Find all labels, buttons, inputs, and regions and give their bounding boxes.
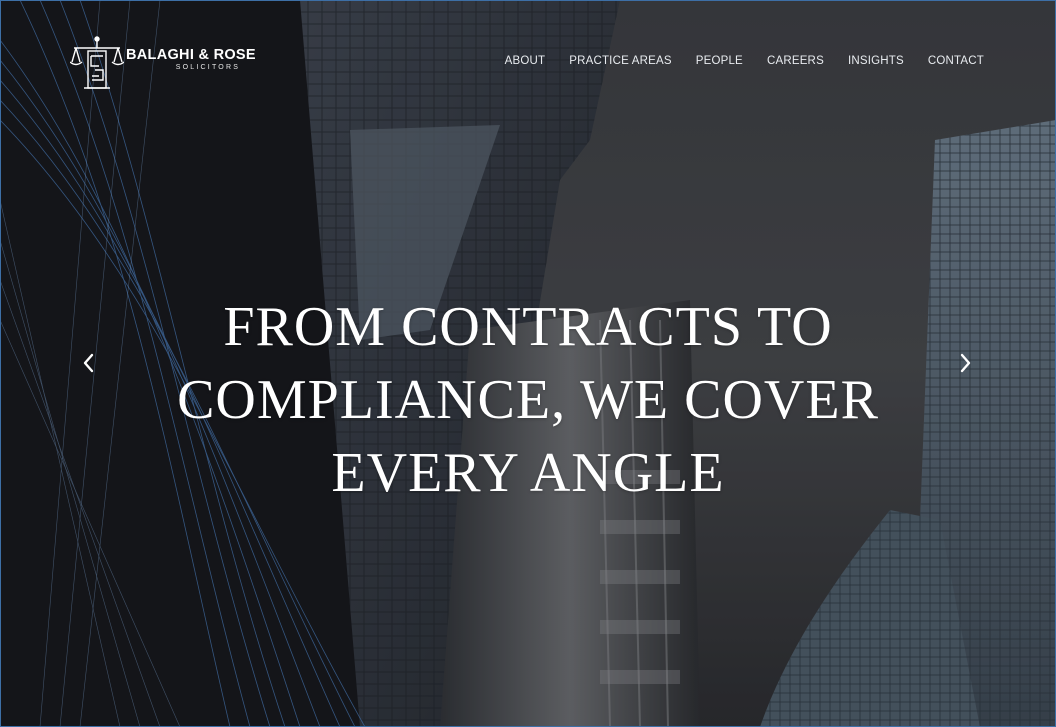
nav-item-about[interactable]: ABOUT [505, 55, 546, 67]
brand-tagline: SOLICITORS [175, 64, 241, 71]
hero-headline: FROM CONTRACTS TO COMPLIANCE, WE COVER E… [128, 291, 928, 510]
nav-item-careers[interactable]: CAREERS [767, 55, 824, 67]
nav-item-contact[interactable]: CONTACT [928, 55, 984, 67]
nav-item-practice-areas[interactable]: PRACTICE AREAS [569, 55, 672, 67]
headline-line-3: EVERY ANGLE [331, 441, 725, 504]
brand-wordmark: BALAGHI & ROSE SOLICITORS [126, 47, 256, 71]
scales-of-justice-icon [70, 36, 124, 89]
headline-line-1: FROM CONTRACTS TO [223, 295, 833, 358]
headline-line-2: COMPLIANCE, WE COVER [177, 368, 879, 431]
nav-item-people[interactable]: PEOPLE [696, 55, 743, 67]
nav-item-insights[interactable]: INSIGHTS [848, 55, 904, 67]
chevron-right-icon[interactable] [950, 348, 980, 378]
brand-logo[interactable]: BALAGHI & ROSE SOLICITORS [70, 36, 256, 92]
brand-name: BALAGHI & ROSE [126, 47, 256, 63]
main-nav: ABOUT PRACTICE AREAS PEOPLE CAREERS INSI… [505, 55, 984, 67]
hero-slider: BALAGHI & ROSE SOLICITORS ABOUT PRACTICE… [0, 0, 1056, 727]
chevron-left-icon[interactable] [74, 348, 104, 378]
